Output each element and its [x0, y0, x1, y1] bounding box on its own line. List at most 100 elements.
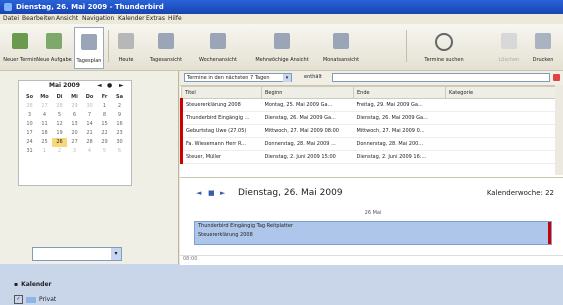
new-event-button[interactable]: Neuer Termin [6, 27, 34, 67]
day-view-date: Dienstag, 26. Mai 2009 [238, 188, 343, 198]
calendar-day[interactable]: 21 [82, 129, 97, 138]
calendar-day[interactable]: 1 [97, 102, 112, 111]
calendar-day[interactable]: 28 [82, 138, 97, 147]
calendar-day[interactable]: 19 [52, 129, 67, 138]
table-row[interactable]: Geburtstag Uwe (27.05) Mittwoch, 27. Mai… [182, 125, 563, 138]
table-row[interactable]: Steuererklärung 2008 Montag, 25. Mai 200… [182, 99, 563, 112]
date-range-select[interactable]: Termine in den nächsten 7 Tagen ▾ [184, 73, 292, 82]
clear-search-icon[interactable] [553, 74, 560, 81]
calendar-day[interactable]: 4 [82, 147, 97, 156]
menu-bearbeiten[interactable]: Bearbeiten [22, 15, 55, 22]
column-header-start[interactable]: Beginn [262, 87, 354, 99]
weekday-label: Di [52, 93, 67, 102]
calendar-day[interactable]: 10 [22, 120, 37, 129]
chevron-down-icon[interactable]: ▾ [283, 74, 291, 82]
calendar-day[interactable]: 23 [112, 129, 127, 138]
calendar-day[interactable]: 15 [97, 120, 112, 129]
day-plan-button[interactable]: Tagesplan [74, 27, 104, 69]
print-button[interactable]: Drucken [530, 27, 556, 67]
menu-extras[interactable]: Extras [146, 15, 165, 22]
calendar-item-label: Privat [39, 296, 56, 303]
table-row[interactable]: Fa. Wiesemann Herr R... Donnerstag, 28. … [182, 138, 563, 151]
column-header-title[interactable]: Titel [182, 87, 262, 99]
calendar-day[interactable]: 25 [37, 138, 52, 147]
calendar-day[interactable]: 24 [22, 138, 37, 147]
table-row[interactable]: Thunderbird Eingängig ... Dienstag, 26. … [182, 112, 563, 125]
calendar-day[interactable]: 5 [97, 147, 112, 156]
month-icon [333, 33, 349, 49]
event-marker [548, 222, 551, 244]
calendar-day[interactable]: 28 [52, 102, 67, 111]
next-day-icon[interactable]: ► [220, 189, 225, 197]
today-button[interactable]: Heute [114, 27, 138, 67]
menu-ansicht[interactable]: Ansicht [56, 15, 78, 22]
calendar-day[interactable]: 8 [97, 111, 112, 120]
search-input[interactable] [332, 73, 550, 82]
calendar-day[interactable]: 2 [52, 147, 67, 156]
month-view-button[interactable]: Monatsansicht [318, 27, 364, 67]
weekday-label: Sa [112, 93, 127, 102]
delete-button[interactable]: Löschen [496, 27, 522, 67]
calendar-day[interactable]: 27 [37, 102, 52, 111]
menu-hilfe[interactable]: Hilfe [168, 15, 182, 22]
calendar-section-header[interactable]: ▪Kalender [14, 281, 52, 288]
table-scrollbar[interactable] [555, 85, 563, 175]
calendar-day[interactable]: 22 [97, 129, 112, 138]
chevron-down-icon[interactable]: ▾ [111, 248, 121, 260]
next-month-icon[interactable]: ► [119, 82, 124, 89]
calendar-day[interactable]: 20 [67, 129, 82, 138]
mini-calendar-grid: So Mo Di Mi Do Fr Sa 26 27 28 29 30 1 2 [22, 93, 128, 156]
mini-calendar: Mai 2009 ◄ ● ► So Mo Di Mi Do Fr Sa 26 2… [18, 80, 132, 186]
column-header-category[interactable]: Kategorie [446, 87, 563, 99]
menu-navigation[interactable]: Navigation [82, 15, 114, 22]
calendar-list-item[interactable]: ✓ Privat [14, 295, 56, 305]
collapse-icon[interactable]: ▪ [14, 281, 18, 288]
weekday-label: Mo [37, 93, 52, 102]
calendar-day[interactable]: 11 [37, 120, 52, 129]
menu-datei[interactable]: Datei [3, 15, 19, 22]
calendar-day[interactable]: 16 [112, 120, 127, 129]
calendar-day[interactable]: 18 [37, 129, 52, 138]
calendar-day[interactable]: 6 [112, 147, 127, 156]
calendar-day[interactable]: 3 [67, 147, 82, 156]
multiweek-view-button[interactable]: Mehrwöchige Ansicht [252, 27, 312, 67]
today-dot-icon[interactable]: ■ [208, 189, 215, 197]
calendar-day[interactable]: 26 [22, 102, 37, 111]
calendar-day[interactable]: 30 [82, 102, 97, 111]
event-item[interactable]: Steuererklärung 2008 [195, 231, 551, 240]
calendar-checkbox[interactable]: ✓ [14, 295, 23, 304]
calendar-day[interactable]: 6 [67, 111, 82, 120]
week-view-button[interactable]: Wochenansicht [196, 27, 240, 67]
calendar-filter-dropdown[interactable]: ▾ [32, 247, 122, 261]
table-row[interactable]: Steuer, Müller Dienstag, 2. Juni 2009 15… [182, 151, 563, 164]
multiweek-icon [274, 33, 290, 49]
calendar-week-label: Kalenderwoche: 22 [487, 189, 554, 197]
calendar-day[interactable]: 4 [37, 111, 52, 120]
calendar-day[interactable]: 3 [22, 111, 37, 120]
calendar-day[interactable]: 9 [112, 111, 127, 120]
search-events-button[interactable]: Termine suchen [424, 27, 464, 67]
calendar-day[interactable]: 12 [52, 120, 67, 129]
calendar-day-today[interactable]: 26 [52, 138, 67, 147]
column-header-end[interactable]: Ende [354, 87, 446, 99]
day-view-button[interactable]: Tagesansicht [148, 27, 184, 67]
new-task-button[interactable]: Neue Aufgabe [40, 27, 68, 67]
calendar-day[interactable]: 1 [37, 147, 52, 156]
menu-kalender[interactable]: Kalender [118, 15, 145, 22]
prev-day-icon[interactable]: ◄ [196, 189, 201, 197]
calendar-day[interactable]: 5 [52, 111, 67, 120]
calendar-day[interactable]: 30 [112, 138, 127, 147]
calendar-day[interactable]: 14 [82, 120, 97, 129]
calendar-day[interactable]: 27 [67, 138, 82, 147]
calendar-day[interactable]: 13 [67, 120, 82, 129]
calendar-day[interactable]: 2 [112, 102, 127, 111]
calendar-day[interactable]: 7 [82, 111, 97, 120]
all-day-events[interactable]: Thunderbird Eingängig Tag Reitplatter St… [194, 221, 552, 245]
calendar-day[interactable]: 29 [67, 102, 82, 111]
current-month-icon[interactable]: ● [107, 82, 112, 89]
event-item[interactable]: Thunderbird Eingängig Tag Reitplatter [195, 222, 551, 231]
calendar-day[interactable]: 29 [97, 138, 112, 147]
calendar-day[interactable]: 31 [22, 147, 37, 156]
calendar-day[interactable]: 17 [22, 129, 37, 138]
prev-month-icon[interactable]: ◄ [97, 82, 102, 89]
